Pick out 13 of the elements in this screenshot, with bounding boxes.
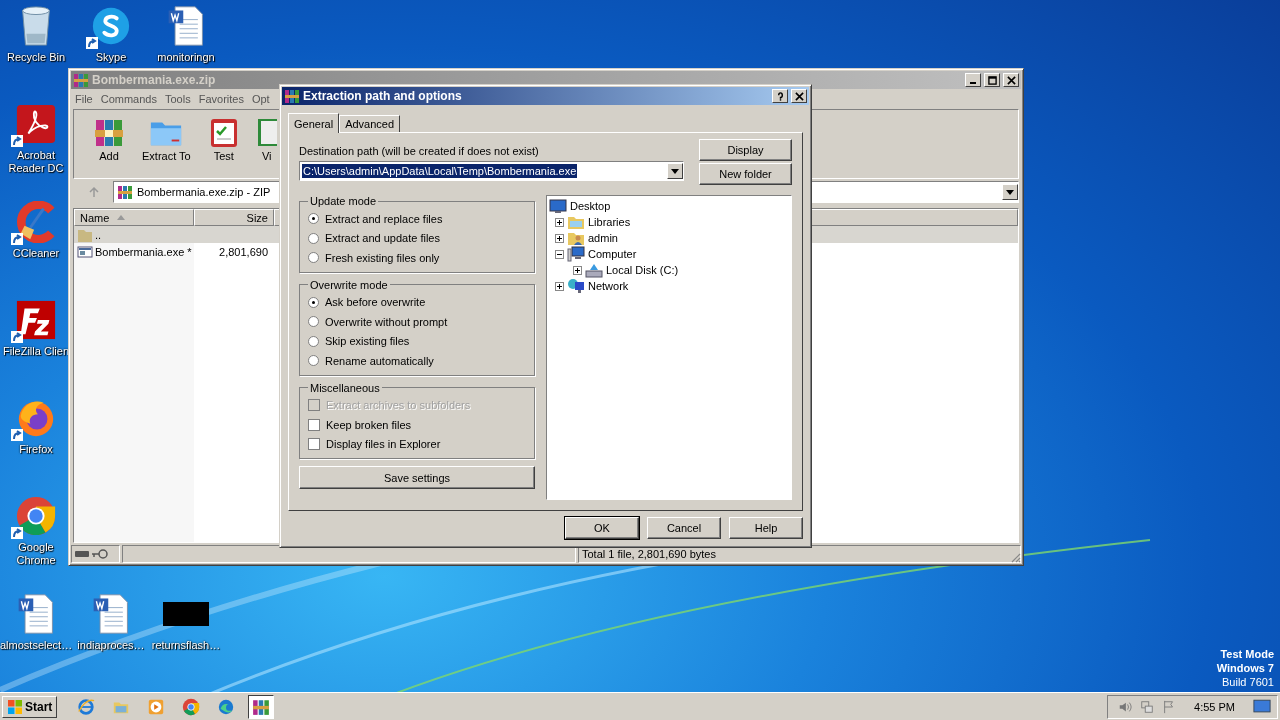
field-label: Destination path (will be created if does not exist) [299, 145, 540, 157]
os-notice-text: Test Mode [1220, 647, 1274, 661]
window-title: Extraction path and options [303, 89, 462, 103]
file-size: 2,801,690 [219, 245, 268, 258]
status-text: Total 1 file, 2,801,690 bytes [582, 548, 716, 560]
group-title: Miscellaneous [309, 381, 381, 394]
os-notice-text: Windows 7 [1216, 661, 1274, 675]
group-title: Overwrite mode [309, 278, 389, 291]
group-title: Update mode [309, 195, 378, 207]
file-name: Bombermania.exe * [95, 245, 192, 258]
window-title: Bombermania.exe.zip [92, 73, 216, 87]
file-name: .. [95, 228, 102, 241]
os-notice-text: Build 7601 [1222, 675, 1274, 689]
